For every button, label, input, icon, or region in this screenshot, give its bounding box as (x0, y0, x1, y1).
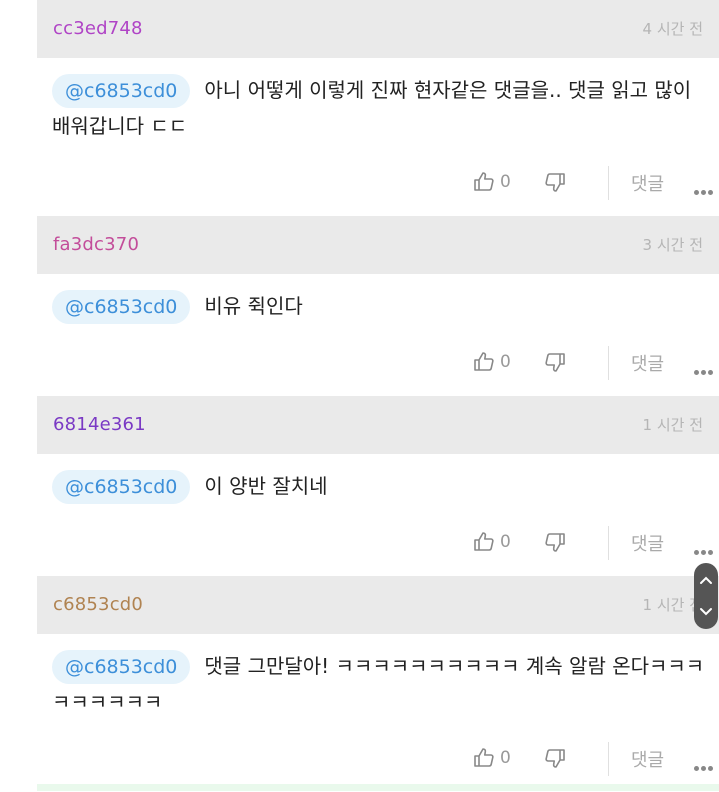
mention-tag[interactable]: @c6853cd0 (52, 74, 191, 108)
scroll-handle[interactable] (694, 563, 718, 629)
more-dots-icon[interactable] (694, 756, 715, 775)
action-divider (608, 166, 609, 200)
thumbs-down-icon (545, 749, 565, 768)
thumbs-down-icon (545, 353, 565, 372)
comment-header: fa3dc370 3 시간 전 (37, 216, 719, 274)
like-button[interactable]: 0 (472, 170, 511, 194)
more-dots-icon[interactable] (694, 540, 715, 559)
more-dots-icon[interactable] (694, 180, 715, 199)
thumbs-up-icon (474, 352, 494, 371)
chevron-up-icon (700, 576, 712, 584)
thumbs-up-icon (474, 748, 494, 767)
thumbs-up-icon (474, 532, 494, 551)
mention-tag[interactable]: @c6853cd0 (52, 290, 191, 324)
thumbs-down-icon (545, 173, 565, 192)
action-divider (608, 742, 609, 776)
dislike-button[interactable] (543, 170, 567, 198)
comment-item: c6853cd0 1 시간 전 @c6853cd0 댓글 그만달아! ㅋㅋㅋㅋㅋㅋ… (0, 576, 719, 792)
comment-body: @c6853cd0 댓글 그만달아! ㅋㅋㅋㅋㅋㅋㅋㅋㅋㅋ 계속 알람 온다ㅋㅋㅋ… (0, 634, 719, 734)
action-divider (608, 346, 609, 380)
comment-author[interactable]: c6853cd0 (53, 576, 143, 634)
reply-button[interactable]: 댓글 (631, 530, 664, 556)
comment-actions: 0 댓글 (0, 158, 719, 216)
comment-time: 4 시간 전 (642, 20, 703, 38)
comment-list: cc3ed748 4 시간 전 @c6853cd0 아니 어떻게 이렇게 진짜 현… (0, 0, 719, 792)
comment-body: @c6853cd0 아니 어떻게 이렇게 진짜 현자같은 댓글을.. 댓글 읽고 … (0, 58, 719, 158)
thumbs-down-icon (545, 533, 565, 552)
more-dots-icon[interactable] (694, 360, 715, 379)
next-comment-edge (37, 784, 719, 791)
comment-time: 1 시간 전 (642, 416, 703, 434)
comment-author[interactable]: fa3dc370 (53, 216, 139, 274)
like-count: 0 (500, 172, 511, 192)
comment-author[interactable]: 6814e361 (53, 396, 146, 454)
comment-item: fa3dc370 3 시간 전 @c6853cd0 비유 쥑인다 0 댓글 (0, 216, 719, 396)
dislike-button[interactable] (543, 746, 567, 774)
thumbs-up-icon (474, 172, 494, 191)
like-button[interactable]: 0 (472, 350, 511, 374)
like-count: 0 (500, 532, 511, 552)
comment-item: 6814e361 1 시간 전 @c6853cd0 이 양반 잘치네 0 댓글 (0, 396, 719, 576)
like-count: 0 (500, 352, 511, 372)
comment-header: c6853cd0 1 시간 전 (37, 576, 719, 634)
mention-tag[interactable]: @c6853cd0 (52, 650, 191, 684)
like-button[interactable]: 0 (472, 746, 511, 770)
action-divider (608, 526, 609, 560)
like-button[interactable]: 0 (472, 530, 511, 554)
comment-body: @c6853cd0 이 양반 잘치네 (0, 454, 719, 518)
comment-author[interactable]: cc3ed748 (53, 0, 143, 58)
like-count: 0 (500, 748, 511, 768)
comment-item: cc3ed748 4 시간 전 @c6853cd0 아니 어떻게 이렇게 진짜 현… (0, 0, 719, 216)
chevron-down-icon (700, 608, 712, 616)
comment-text: 비유 쥑인다 (204, 294, 303, 318)
comment-header: 6814e361 1 시간 전 (37, 396, 719, 454)
mention-tag[interactable]: @c6853cd0 (52, 470, 191, 504)
comment-time: 3 시간 전 (642, 236, 703, 254)
reply-button[interactable]: 댓글 (631, 170, 664, 196)
dislike-button[interactable] (543, 530, 567, 558)
reply-button[interactable]: 댓글 (631, 350, 664, 376)
comment-text: 이 양반 잘치네 (204, 474, 328, 498)
comment-actions: 0 댓글 (0, 338, 719, 396)
comment-body: @c6853cd0 비유 쥑인다 (0, 274, 719, 338)
comment-actions: 0 댓글 (0, 518, 719, 576)
dislike-button[interactable] (543, 350, 567, 378)
comment-header: cc3ed748 4 시간 전 (37, 0, 719, 58)
reply-button[interactable]: 댓글 (631, 746, 664, 772)
